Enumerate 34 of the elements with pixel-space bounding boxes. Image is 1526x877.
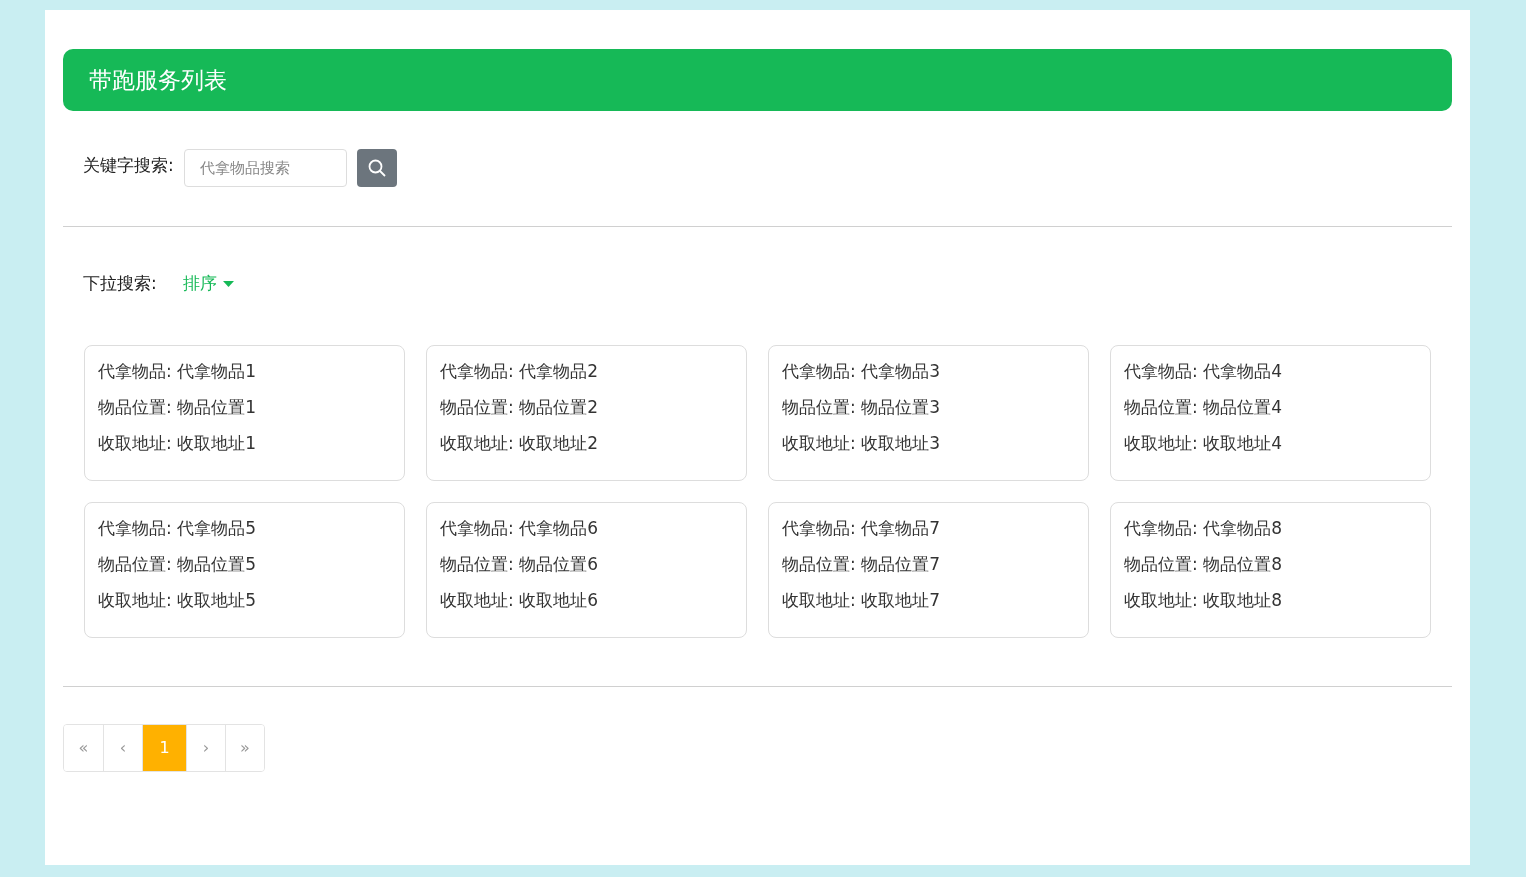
search-label: 关键字搜索: — [83, 154, 174, 178]
card-field: 物品位置: 物品位置6 — [440, 552, 733, 576]
card-field: 物品位置: 物品位置3 — [782, 395, 1075, 419]
card-field: 收取地址: 收取地址5 — [98, 588, 391, 612]
card-field: 收取地址: 收取地址8 — [1124, 588, 1417, 612]
card-field: 收取地址: 收取地址6 — [440, 588, 733, 612]
search-button[interactable] — [356, 149, 397, 187]
card-field: 物品位置: 物品位置2 — [440, 395, 733, 419]
card-field: 物品位置: 物品位置8 — [1124, 552, 1417, 576]
search-icon — [366, 158, 387, 178]
card-field: 收取地址: 收取地址3 — [782, 431, 1075, 455]
card-field: 代拿物品: 代拿物品1 — [98, 359, 391, 383]
card-field: 收取地址: 收取地址4 — [1124, 431, 1417, 455]
card-field: 物品位置: 物品位置4 — [1124, 395, 1417, 419]
card-field: 物品位置: 物品位置1 — [98, 395, 391, 419]
card-field: 物品位置: 物品位置5 — [98, 552, 391, 576]
page-button[interactable]: 1 — [142, 725, 186, 771]
page-button[interactable]: » — [225, 725, 264, 771]
card-field: 代拿物品: 代拿物品4 — [1124, 359, 1417, 383]
card-field: 代拿物品: 代拿物品8 — [1124, 516, 1417, 540]
card-field: 收取地址: 收取地址2 — [440, 431, 733, 455]
caret-icon — [222, 281, 234, 287]
dropdown-label: 下拉搜索: — [83, 272, 157, 296]
card-field: 收取地址: 收取地址1 — [98, 431, 391, 455]
card-field: 物品位置: 物品位置7 — [782, 552, 1075, 576]
card-field: 代拿物品: 代拿物品3 — [782, 359, 1075, 383]
card-field: 代拿物品: 代拿物品7 — [782, 516, 1075, 540]
card-field: 代拿物品: 代拿物品2 — [440, 359, 733, 383]
card-field: 代拿物品: 代拿物品5 — [98, 516, 391, 540]
search-field[interactable]: 代拿物品搜索 — [183, 149, 347, 187]
page-title: 带跑服务列表 — [89, 65, 227, 95]
card-field: 代拿物品: 代拿物品6 — [440, 516, 733, 540]
card-field: 收取地址: 收取地址7 — [782, 588, 1075, 612]
sort-dropdown[interactable]: 排序 — [182, 271, 234, 297]
